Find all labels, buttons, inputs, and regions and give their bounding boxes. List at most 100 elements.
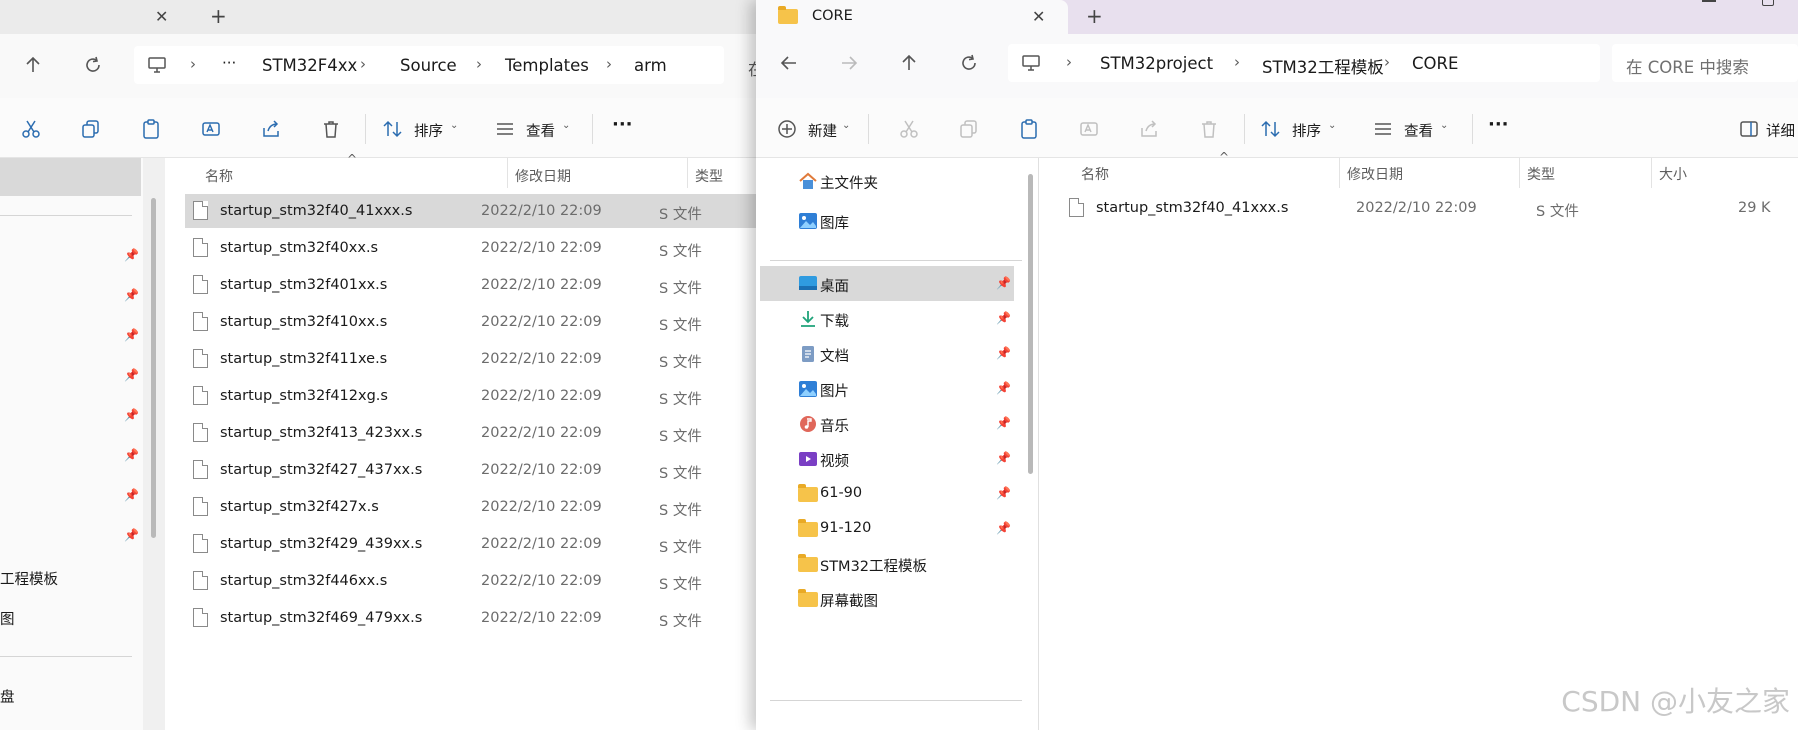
breadcrumb[interactable]: › STM32project › STM32工程模板 › CORE bbox=[1008, 44, 1600, 82]
cut-icon[interactable] bbox=[20, 118, 42, 140]
paste-icon[interactable] bbox=[140, 118, 162, 140]
active-tab[interactable] bbox=[756, 0, 1068, 34]
new-tab-icon[interactable]: + bbox=[1086, 4, 1103, 28]
new-icon[interactable] bbox=[776, 118, 798, 140]
table-row[interactable]: startup_stm32f413_423xx.s 2022/2/10 22:09… bbox=[185, 416, 756, 450]
breadcrumb-more[interactable]: ··· bbox=[222, 54, 236, 72]
nav-item-label[interactable]: 工程模板 bbox=[0, 568, 58, 589]
table-row[interactable]: startup_stm32f412xg.s 2022/2/10 22:09 S 文件 bbox=[185, 379, 756, 413]
share-icon[interactable] bbox=[260, 118, 282, 140]
maximize-icon[interactable] bbox=[1762, 0, 1774, 6]
nav-item[interactable]: 桌面 📌 bbox=[760, 266, 1014, 301]
paste-icon[interactable] bbox=[1018, 118, 1040, 140]
share-icon[interactable] bbox=[1138, 118, 1160, 140]
breadcrumb-item[interactable]: STM32工程模板 bbox=[1262, 54, 1384, 78]
breadcrumb[interactable]: › ··· STM32F4xx › Source › Templates › a… bbox=[134, 46, 724, 84]
table-row[interactable]: startup_stm32f446xx.s 2022/2/10 22:09 S 文件 bbox=[185, 564, 756, 598]
nav-item[interactable]: 文档 📌 bbox=[760, 336, 1014, 371]
new-button-label[interactable]: 新建 bbox=[808, 120, 837, 141]
minimize-icon[interactable] bbox=[1702, 0, 1716, 2]
column-divider[interactable] bbox=[507, 158, 508, 188]
breadcrumb-item[interactable]: arm bbox=[634, 56, 667, 75]
pin-icon[interactable]: 📌 bbox=[996, 451, 1011, 465]
table-row[interactable]: startup_stm32f427x.s 2022/2/10 22:09 S 文件 bbox=[185, 490, 756, 524]
copy-icon[interactable] bbox=[80, 118, 102, 140]
search-box-fragment[interactable]: 在 bbox=[748, 56, 756, 80]
column-divider[interactable] bbox=[687, 158, 688, 188]
breadcrumb-item[interactable]: Source bbox=[400, 56, 457, 75]
pin-icon[interactable]: 📌 bbox=[996, 416, 1011, 430]
column-header-date[interactable]: 修改日期 bbox=[1347, 164, 1403, 184]
sort-icon[interactable] bbox=[382, 118, 404, 140]
nav-item-label[interactable]: 盘 bbox=[0, 686, 15, 707]
nav-item[interactable]: 61-90 📌 bbox=[760, 476, 1014, 511]
view-button-label[interactable]: 查看 bbox=[526, 120, 555, 141]
table-row[interactable]: startup_stm32f411xe.s 2022/2/10 22:09 S 文件 bbox=[185, 342, 756, 376]
nav-scrollbar[interactable] bbox=[1028, 174, 1033, 474]
rename-icon[interactable] bbox=[1078, 118, 1100, 140]
refresh-icon[interactable] bbox=[958, 52, 980, 74]
table-row[interactable]: startup_stm32f40_41xxx.s 2022/2/10 22:09 S… bbox=[185, 194, 756, 228]
column-divider[interactable] bbox=[1519, 158, 1520, 188]
up-arrow-icon[interactable] bbox=[22, 54, 44, 76]
table-row[interactable]: startup_stm32f427_437xx.s 2022/2/10 22:09… bbox=[185, 453, 756, 487]
cut-icon[interactable] bbox=[898, 118, 920, 140]
breadcrumb-item[interactable]: STM32F4xx bbox=[262, 56, 357, 75]
column-divider[interactable] bbox=[1339, 158, 1340, 188]
column-header-name[interactable]: 名称 bbox=[205, 166, 233, 186]
copy-icon[interactable] bbox=[958, 118, 980, 140]
column-divider[interactable] bbox=[1651, 158, 1652, 188]
nav-item-label[interactable]: 图 bbox=[0, 608, 15, 629]
nav-item[interactable]: 图片 📌 bbox=[760, 371, 1014, 406]
column-header-type[interactable]: 类型 bbox=[695, 166, 723, 186]
table-row[interactable]: startup_stm32f40_41xxx.s 2022/2/10 22:09 S… bbox=[1059, 191, 1798, 225]
details-pane-icon[interactable] bbox=[1738, 118, 1760, 140]
tab-close-icon[interactable]: ✕ bbox=[1032, 7, 1045, 26]
back-arrow-icon[interactable] bbox=[778, 52, 800, 74]
table-row[interactable]: startup_stm32f429_439xx.s 2022/2/10 22:09… bbox=[185, 527, 756, 561]
more-options-icon[interactable]: ··· bbox=[612, 114, 633, 135]
column-header-name[interactable]: 名称 bbox=[1081, 164, 1109, 184]
refresh-icon[interactable] bbox=[82, 54, 104, 76]
pin-icon[interactable]: 📌 bbox=[996, 486, 1011, 500]
new-tab-icon[interactable]: + bbox=[210, 4, 227, 28]
search-input[interactable]: 在 CORE 中搜索 bbox=[1612, 44, 1798, 82]
up-arrow-icon[interactable] bbox=[898, 52, 920, 74]
pin-icon[interactable]: 📌 bbox=[996, 276, 1011, 290]
nav-item-home[interactable]: 主文件夹 bbox=[760, 162, 1014, 200]
table-row[interactable]: startup_stm32f410xx.s 2022/2/10 22:09 S 文件 bbox=[185, 305, 756, 339]
nav-item[interactable]: 视频 📌 bbox=[760, 441, 1014, 476]
delete-icon[interactable] bbox=[1198, 118, 1220, 140]
nav-item[interactable]: 屏幕截图 bbox=[760, 581, 1014, 616]
tab-close-icon[interactable]: ✕ bbox=[155, 7, 168, 26]
nav-item-gallery[interactable]: 图库 bbox=[760, 202, 1014, 240]
nav-item[interactable]: 91-120 📌 bbox=[760, 511, 1014, 546]
sort-button-label[interactable]: 排序 bbox=[1292, 120, 1321, 141]
delete-icon[interactable] bbox=[320, 118, 342, 140]
pin-icon[interactable]: 📌 bbox=[996, 346, 1011, 360]
pin-icon[interactable]: 📌 bbox=[996, 521, 1011, 535]
table-row[interactable]: startup_stm32f401xx.s 2022/2/10 22:09 S 文件 bbox=[185, 268, 756, 302]
view-icon[interactable] bbox=[494, 118, 516, 140]
breadcrumb-item[interactable]: CORE bbox=[1412, 54, 1458, 73]
sort-button-label[interactable]: 排序 bbox=[414, 120, 443, 141]
column-header-date[interactable]: 修改日期 bbox=[515, 166, 571, 186]
nav-item[interactable]: 音乐 📌 bbox=[760, 406, 1014, 441]
pane-splitter[interactable] bbox=[143, 158, 165, 730]
nav-item[interactable]: STM32工程模板 bbox=[760, 546, 1014, 581]
nav-scrollbar[interactable] bbox=[151, 198, 156, 538]
nav-item[interactable]: 下载 📌 bbox=[760, 301, 1014, 336]
pin-icon[interactable]: 📌 bbox=[996, 311, 1011, 325]
table-row[interactable]: startup_stm32f40xx.s 2022/2/10 22:09 S 文件 bbox=[185, 231, 756, 265]
column-header-type[interactable]: 类型 bbox=[1527, 164, 1555, 184]
breadcrumb-item[interactable]: Templates bbox=[505, 56, 589, 75]
view-button-label[interactable]: 查看 bbox=[1404, 120, 1433, 141]
rename-icon[interactable] bbox=[200, 118, 222, 140]
breadcrumb-item[interactable]: STM32project bbox=[1100, 54, 1213, 73]
forward-arrow-icon[interactable] bbox=[838, 52, 860, 74]
column-header-size[interactable]: 大小 bbox=[1659, 164, 1687, 184]
table-row[interactable]: startup_stm32f469_479xx.s 2022/2/10 22:09… bbox=[185, 601, 756, 635]
details-button-label[interactable]: 详细 bbox=[1766, 120, 1795, 141]
pin-icon[interactable]: 📌 bbox=[996, 381, 1011, 395]
more-options-icon[interactable]: ··· bbox=[1488, 114, 1509, 135]
